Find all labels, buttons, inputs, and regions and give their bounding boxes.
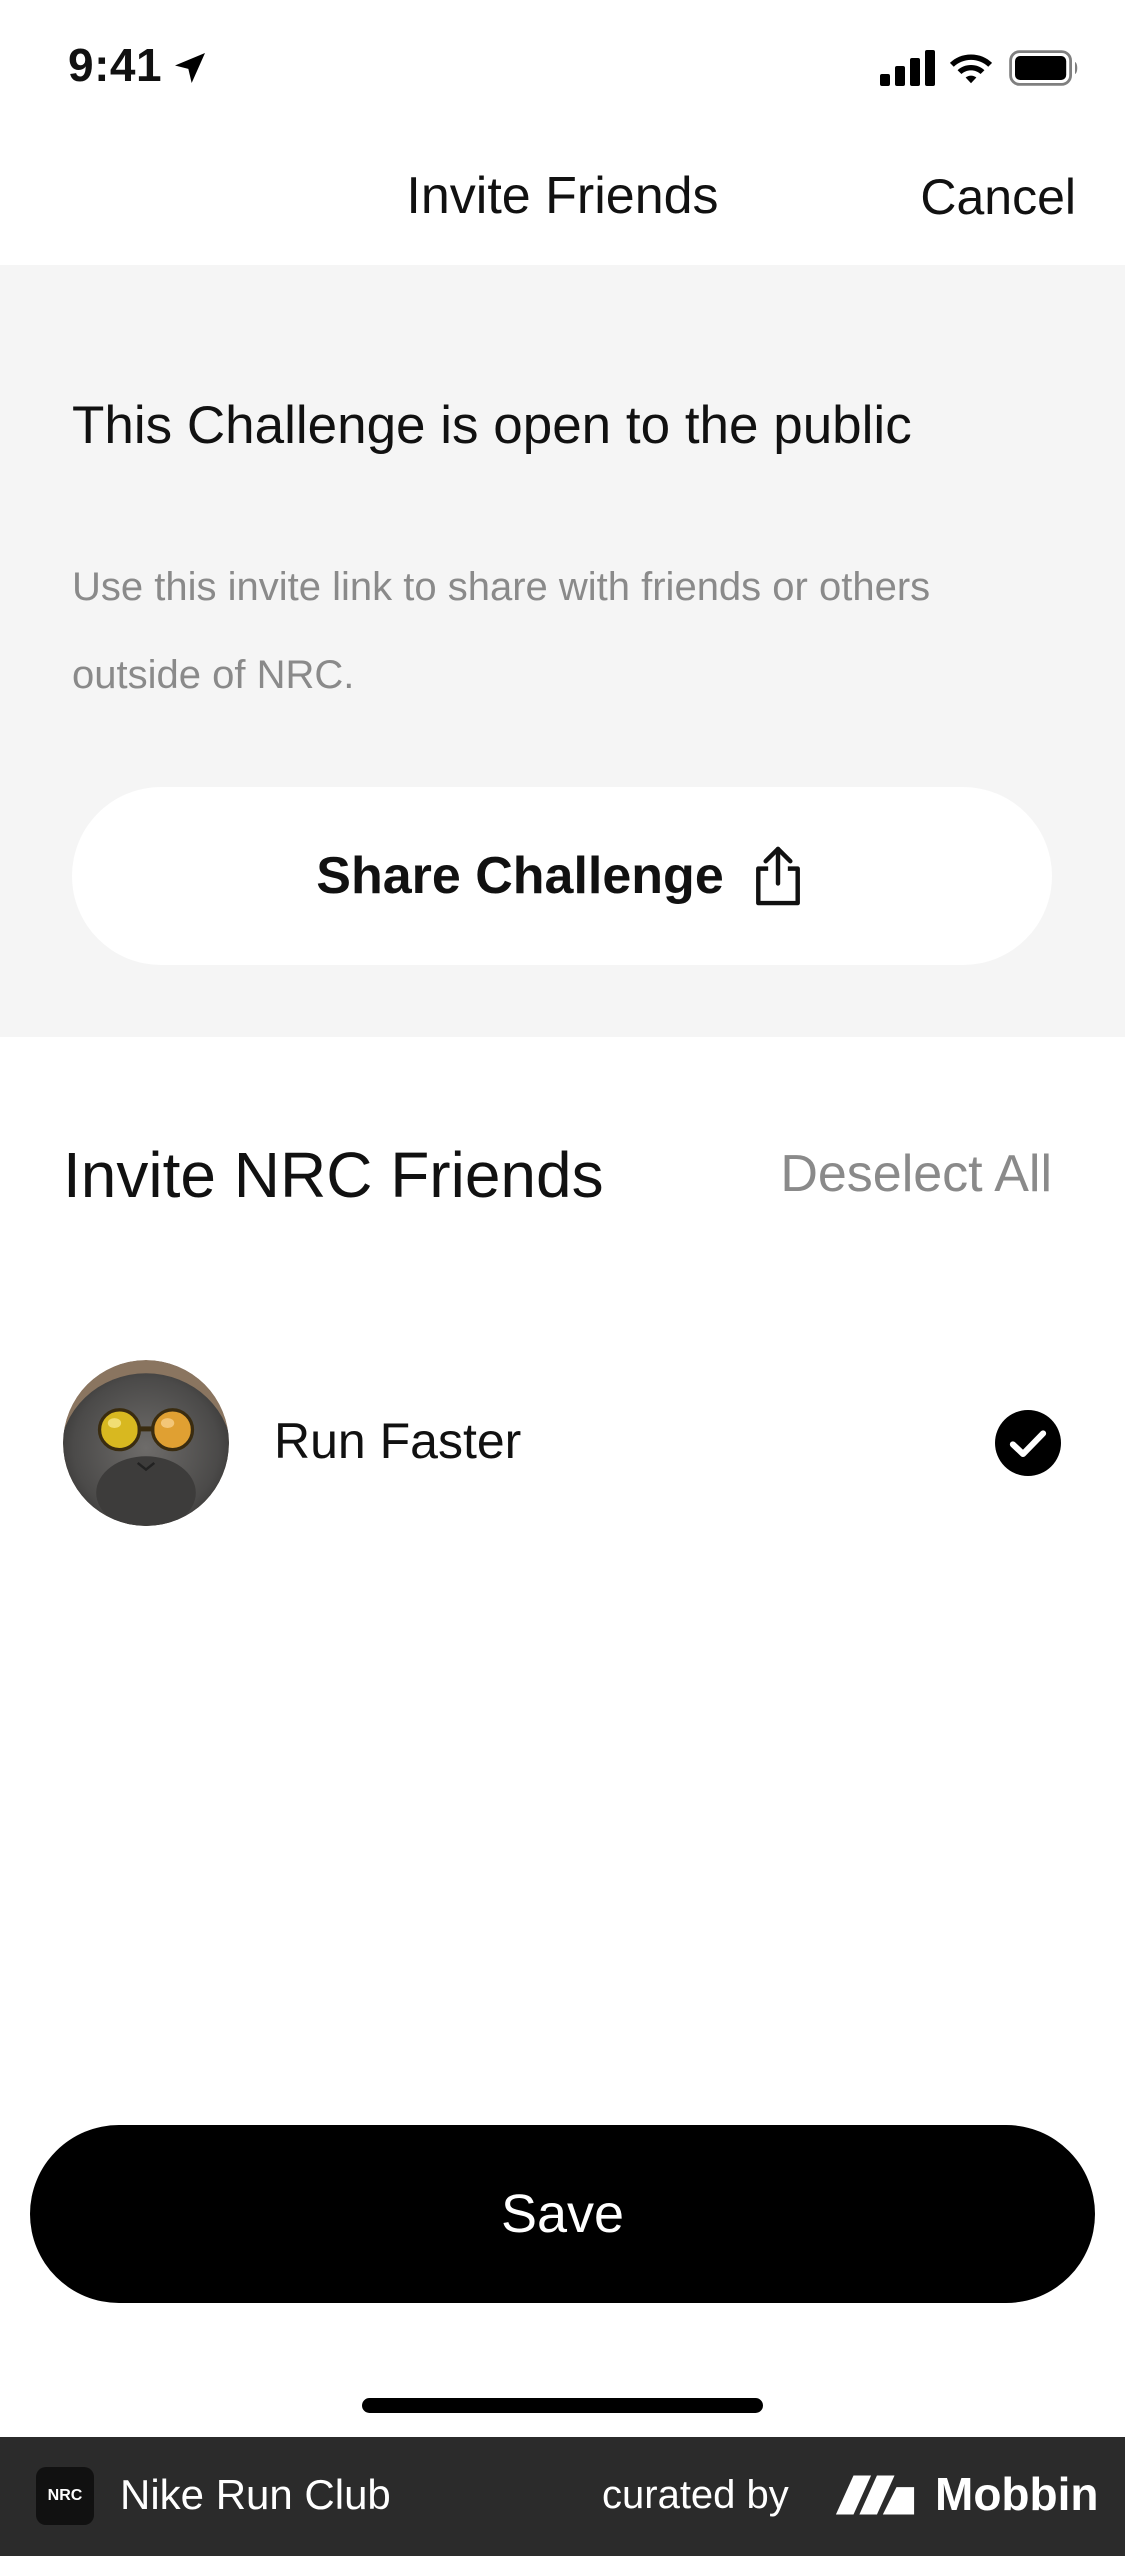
battery-icon <box>1009 50 1078 86</box>
cancel-button[interactable]: Cancel <box>920 168 1076 226</box>
share-icon <box>755 846 800 906</box>
footer-curated-by: curated by <box>602 2473 789 2517</box>
friend-name: Run Faster <box>274 1413 522 1469</box>
mobbin-logo-icon <box>835 2475 915 2515</box>
status-bar: 9:41 <box>0 0 1125 130</box>
avatar <box>63 1360 229 1526</box>
footer-app-name: Nike Run Club <box>120 2471 391 2518</box>
save-button[interactable]: Save <box>30 2125 1095 2303</box>
checkmark-selected-icon[interactable] <box>995 1410 1061 1476</box>
footer-brand-name: Mobbin <box>935 2468 1099 2520</box>
public-challenge-section: This Challenge is open to the public Use… <box>0 265 1125 1037</box>
cellular-signal-icon <box>880 50 935 86</box>
footer-bar: NRC Nike Run Club curated by Mobbin <box>0 2437 1125 2556</box>
public-challenge-title: This Challenge is open to the public <box>72 396 912 455</box>
nav-bar: Invite Friends Cancel <box>0 130 1125 265</box>
app-logo-icon: NRC <box>36 2467 94 2525</box>
home-indicator <box>362 2398 763 2413</box>
wifi-icon <box>949 54 993 84</box>
location-arrow-icon <box>175 53 205 83</box>
deselect-all-button[interactable]: Deselect All <box>780 1144 1052 1204</box>
status-time: 9:41 <box>68 39 163 91</box>
share-challenge-button[interactable]: Share Challenge <box>72 787 1052 965</box>
invite-friends-heading: Invite NRC Friends <box>63 1139 604 1211</box>
share-challenge-label: Share Challenge <box>316 847 724 905</box>
public-challenge-description: Use this invite link to share with frien… <box>72 565 931 697</box>
friend-list-item[interactable]: Run Faster <box>63 1360 1063 1526</box>
